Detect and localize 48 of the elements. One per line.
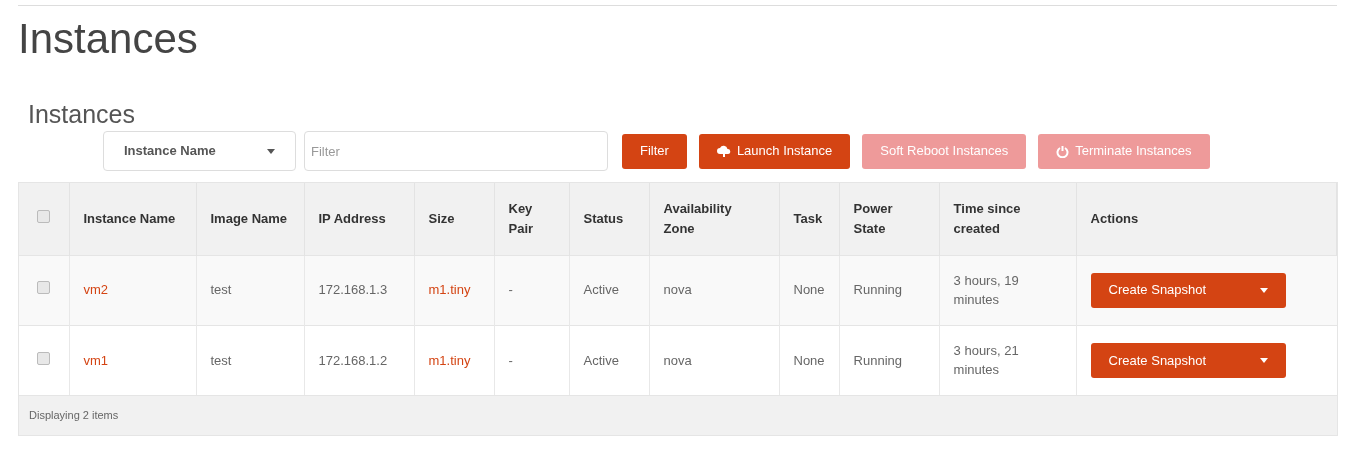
table-cell: nova: [663, 352, 692, 368]
column-header: Time since created: [953, 201, 1021, 236]
caret-icon: [1259, 287, 1268, 293]
cloud-icon: [716, 145, 731, 157]
instance-link[interactable]: vm2: [83, 282, 109, 298]
table-cell: 172.168.1.2: [318, 352, 388, 368]
table-cell: None: [793, 352, 825, 368]
table-cell: Active: [583, 352, 619, 368]
toolbar-button[interactable]: Filter: [622, 133, 687, 169]
checkbox[interactable]: [37, 351, 51, 365]
table-cell-text: 3 hours, 21 minutes: [953, 341, 1020, 380]
create-snapshot-button[interactable]: Create Snapshot: [1090, 272, 1286, 308]
column-header: Actions: [1090, 211, 1139, 226]
table-cell: Running: [853, 352, 902, 368]
column-header: Status: [583, 211, 624, 226]
column-header: IP Address: [318, 211, 386, 226]
table-cell: test: [210, 282, 232, 298]
column-header: Image Name: [210, 211, 288, 226]
table-cell: Active: [583, 282, 619, 298]
checkbox[interactable]: [37, 210, 51, 223]
page-title: Instances: [18, 14, 199, 64]
filter-input[interactable]: Filter: [304, 131, 608, 171]
table-cell: -: [508, 352, 513, 368]
table-cell: nova: [663, 282, 692, 298]
column-header: Size: [428, 211, 455, 226]
instance-link[interactable]: m1.tiny: [428, 352, 471, 368]
instance-link[interactable]: vm1: [83, 352, 109, 368]
column-header: Key Pair: [508, 201, 534, 236]
column-header: Power State: [853, 201, 893, 236]
table-cell: Running: [853, 282, 902, 298]
table-cell: -: [508, 282, 513, 298]
instance-link[interactable]: m1.tiny: [428, 282, 471, 298]
section-title: Instances: [28, 99, 136, 129]
column-header: Task: [793, 211, 823, 226]
table-cell-text: 3 hours, 19 minutes: [953, 271, 1020, 309]
table-cell: 172.168.1.3: [318, 282, 388, 298]
table-footer: Displaying 2 items: [19, 395, 1337, 435]
filter-field-select[interactable]: Instance Name: [103, 131, 296, 171]
power-icon: [1056, 144, 1070, 158]
column-header: Availability Zone: [663, 201, 732, 236]
caret-icon: [267, 148, 275, 154]
toolbar-button[interactable]: Launch Instance: [698, 133, 851, 169]
column-header: Instance Name: [83, 211, 176, 226]
table-cell: test: [210, 352, 232, 368]
checkbox[interactable]: [37, 281, 51, 295]
table-cell: None: [793, 282, 825, 298]
create-snapshot-button[interactable]: Create Snapshot: [1090, 342, 1286, 378]
caret-icon: [1259, 357, 1268, 363]
